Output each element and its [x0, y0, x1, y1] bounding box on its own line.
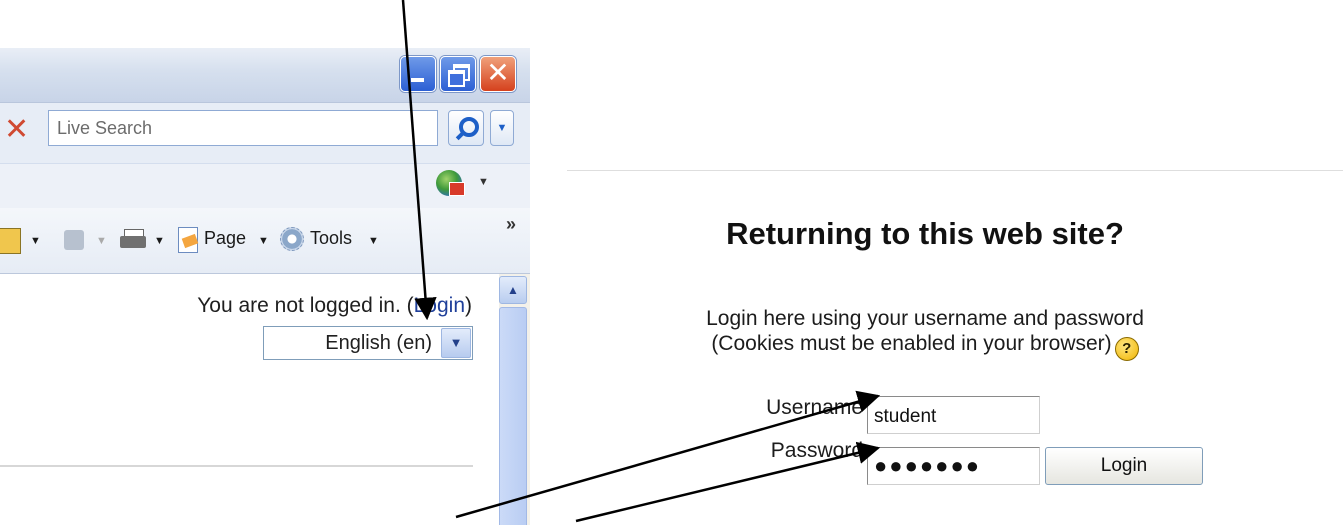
print-icon[interactable] — [120, 229, 146, 251]
language-select[interactable]: English (en) ▼ — [263, 326, 473, 360]
navigation-bar: ✕ Live Search ▼ — [0, 103, 530, 163]
chevron-more-icon[interactable]: » — [506, 214, 516, 235]
divider — [0, 465, 473, 467]
rss-icon[interactable] — [64, 230, 84, 250]
scroll-up-button[interactable]: ▲ — [499, 276, 527, 304]
home-dropdown-caret[interactable]: ▼ — [30, 235, 41, 247]
minimize-button[interactable] — [400, 56, 436, 92]
vertical-scrollbar[interactable]: ▲ — [499, 274, 530, 525]
password-input[interactable]: ●●●●●●● — [867, 447, 1040, 485]
language-select-value: English (en) — [325, 332, 432, 354]
browser-window: ✕ ✕ Live Search ▼ ▼ ▼ ▼ ▼ Page ▼ Tools ▼… — [0, 48, 530, 525]
home-icon[interactable] — [0, 228, 21, 254]
restore-icon-front — [448, 70, 465, 87]
chevron-down-icon[interactable]: ▼ — [441, 328, 471, 358]
search-input[interactable]: Live Search — [48, 110, 438, 146]
login-status-close: ) — [465, 294, 472, 317]
password-label: Password — [770, 439, 863, 462]
title-bar: ✕ — [0, 48, 530, 103]
tools-menu-button[interactable]: Tools — [310, 228, 352, 249]
login-button[interactable]: Login — [1045, 447, 1203, 485]
page-menu-button[interactable]: Page — [204, 228, 246, 249]
tools-dropdown-caret[interactable]: ▼ — [368, 235, 379, 247]
username-input[interactable]: student — [867, 396, 1040, 434]
feeds-bar: ▼ — [0, 163, 530, 209]
search-button[interactable] — [448, 110, 484, 146]
login-instructions-line1: Login here using your username and passw… — [706, 307, 1144, 330]
tools-icon[interactable] — [280, 227, 304, 251]
print-dropdown-caret[interactable]: ▼ — [154, 235, 165, 247]
login-instructions-line2-wrap: (Cookies must be enabled in your browser… — [567, 331, 1283, 361]
command-bar: ▼ ▼ ▼ Page ▼ Tools ▼ » — [0, 208, 530, 274]
login-heading: Returning to this web site? — [726, 216, 1124, 251]
login-instructions: Login here using your username and passw… — [567, 306, 1283, 361]
page-icon[interactable] — [178, 227, 198, 253]
feeds-dropdown-caret[interactable]: ▼ — [478, 176, 489, 188]
feeds-icon[interactable] — [436, 170, 465, 196]
scroll-thumb[interactable] — [499, 307, 527, 525]
login-link[interactable]: Login — [414, 294, 465, 317]
login-status-text: You are not logged in. ( — [197, 294, 414, 317]
stop-icon[interactable]: ✕ — [4, 115, 29, 145]
restore-button[interactable] — [440, 56, 476, 92]
page-dropdown-caret[interactable]: ▼ — [258, 235, 269, 247]
search-options-dropdown[interactable]: ▼ — [490, 110, 514, 146]
help-icon[interactable]: ? — [1114, 337, 1139, 361]
print-icon-body — [120, 236, 146, 248]
login-instructions-line2: (Cookies must be enabled in your browser… — [711, 332, 1112, 355]
login-panel: Returning to this web site? Login here u… — [567, 170, 1343, 526]
search-icon-handle — [455, 131, 465, 141]
login-status: You are not logged in. (Login) — [197, 294, 472, 318]
username-label: Username — [766, 396, 863, 419]
page-content: You are not logged in. (Login) English (… — [0, 274, 530, 525]
close-icon: ✕ — [486, 56, 510, 89]
close-button[interactable]: ✕ — [480, 56, 516, 92]
rss-dropdown-caret[interactable]: ▼ — [96, 235, 107, 247]
